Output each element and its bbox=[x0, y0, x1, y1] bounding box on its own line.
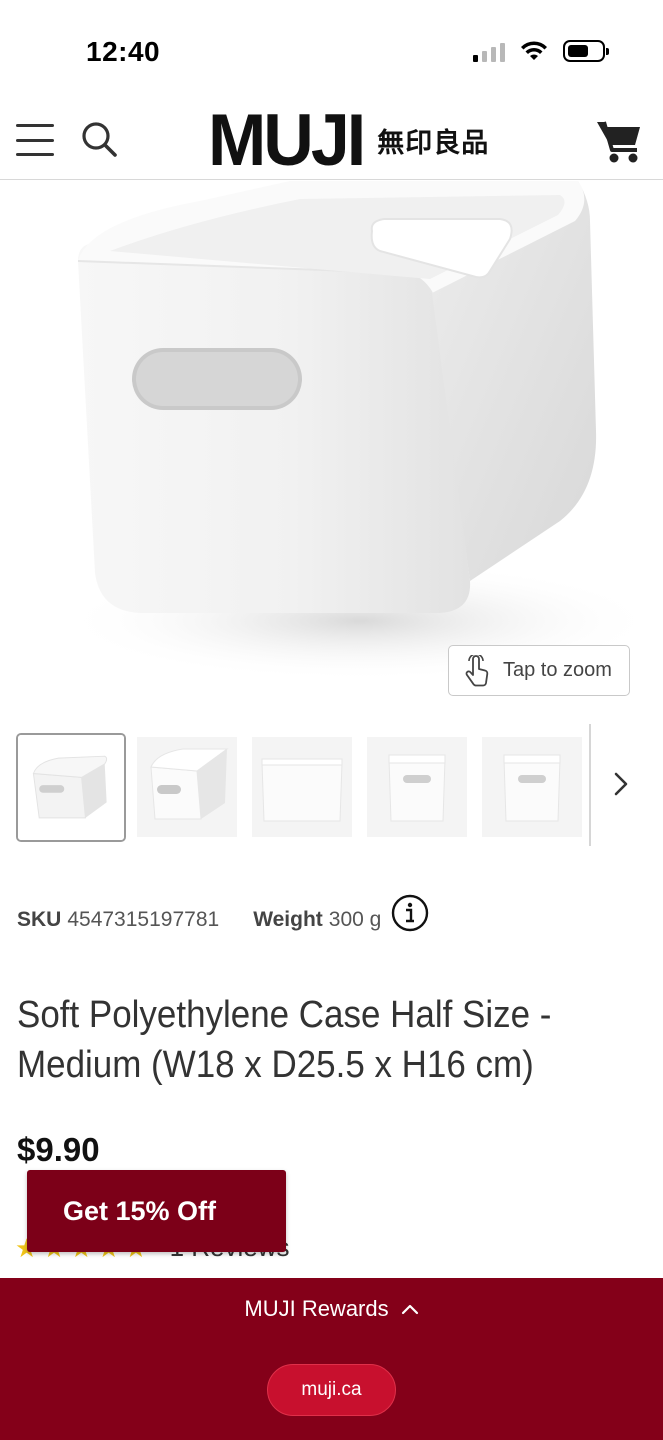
thumbnail-divider bbox=[589, 724, 591, 846]
weight-value: 300 g bbox=[328, 908, 382, 931]
cellular-signal-icon bbox=[473, 40, 505, 62]
logo-japanese: 無印良品 bbox=[377, 127, 490, 159]
thumbnail-2[interactable] bbox=[137, 737, 237, 837]
battery-icon bbox=[563, 40, 609, 62]
logo-wordmark: MUJI bbox=[208, 99, 366, 181]
rewards-toggle[interactable]: MUJI Rewards bbox=[0, 1296, 663, 1322]
status-bar: 12:40 bbox=[0, 0, 663, 100]
site-url-pill[interactable]: muji.ca bbox=[267, 1364, 396, 1416]
cart-icon[interactable] bbox=[595, 118, 643, 164]
weight-label: Weight bbox=[253, 908, 323, 931]
hamburger-menu-icon[interactable] bbox=[16, 124, 54, 156]
rewards-bar: MUJI Rewards muji.ca bbox=[0, 1278, 663, 1440]
rewards-label: MUJI Rewards bbox=[244, 1296, 389, 1321]
product-image[interactable] bbox=[0, 181, 663, 708]
thumbnail-5[interactable] bbox=[482, 737, 582, 837]
tap-to-zoom-button[interactable]: Tap to zoom bbox=[448, 645, 630, 696]
sku-value: 4547315197781 bbox=[67, 908, 220, 931]
thumbnail-1[interactable] bbox=[16, 732, 126, 842]
muji-logo[interactable]: MUJI 無印良品 bbox=[208, 99, 490, 181]
discount-promo-button[interactable]: Get 15% Off bbox=[27, 1170, 286, 1252]
thumbnail-strip bbox=[16, 728, 646, 846]
product-title: Soft Polyethylene Case Half Size - Mediu… bbox=[17, 994, 552, 1086]
status-time: 12:40 bbox=[86, 36, 161, 67]
thumbnail-3[interactable] bbox=[252, 737, 352, 837]
search-icon[interactable] bbox=[80, 120, 120, 160]
product-meta: SKU 4547315197781 Weight 300 g bbox=[17, 894, 429, 932]
tap-to-zoom-label: Tap to zoom bbox=[503, 659, 612, 681]
tap-gesture-icon bbox=[465, 654, 489, 686]
status-icons bbox=[473, 40, 609, 62]
wifi-icon bbox=[521, 41, 547, 60]
product-price: $9.90 bbox=[17, 1131, 100, 1168]
chevron-up-icon bbox=[401, 1304, 418, 1315]
info-icon[interactable] bbox=[391, 894, 429, 932]
chevron-right-icon[interactable] bbox=[603, 764, 639, 804]
site-header: MUJI 無印良品 bbox=[0, 100, 663, 180]
thumbnail-4[interactable] bbox=[367, 737, 467, 837]
sku-label: SKU bbox=[17, 908, 62, 931]
